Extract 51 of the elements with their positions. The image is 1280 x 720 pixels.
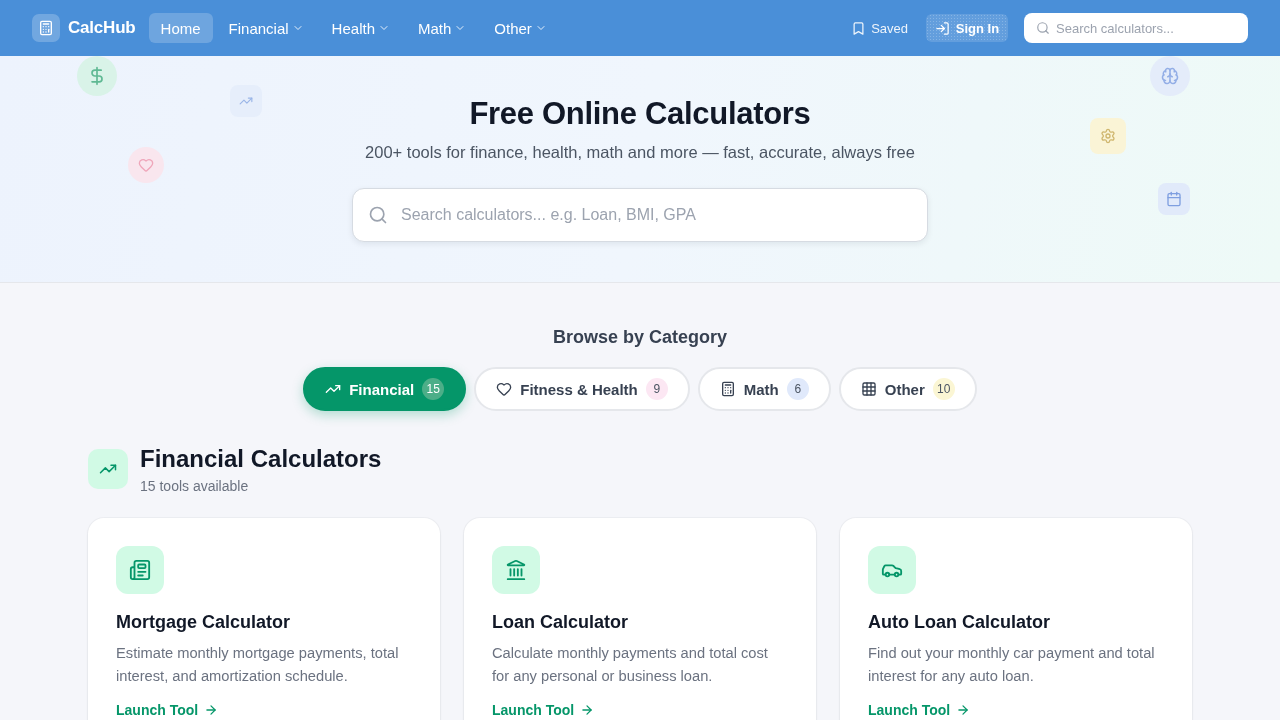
arrow-right-icon — [580, 703, 595, 717]
sign-in-button[interactable]: Sign In — [926, 14, 1008, 42]
saved-link[interactable]: Saved — [849, 20, 910, 36]
card-title: Mortgage Calculator — [116, 611, 291, 634]
launch-tool-link[interactable]: Launch Tool — [868, 701, 971, 719]
category-tab[interactable]: Other 10 — [838, 367, 977, 411]
card-description: Estimate monthly mortgage payments, total interest, and amortization schedule. — [116, 644, 400, 686]
card-description: Calculate monthly payments and total cost for any personal or business loan. — [492, 644, 769, 686]
arrow-right-icon — [204, 703, 219, 717]
hero-subtitle: 200+ tools for finance, health, math and more — fast, accurate, always free — [365, 142, 915, 163]
launch-tool-link[interactable]: Launch Tool — [116, 701, 219, 719]
hero-title: Free Online Calculators — [469, 96, 811, 132]
count-badge: 10 — [932, 378, 955, 400]
gear-icon — [1090, 118, 1126, 154]
section-title: Financial Calculators — [140, 445, 382, 473]
nav-item[interactable]: Home — [148, 13, 213, 43]
calculator-icon — [719, 381, 736, 397]
card-title: Auto Loan Calculator — [868, 611, 1050, 634]
sign-in-icon — [934, 20, 950, 36]
launch-tool-link[interactable]: Launch Tool — [492, 701, 595, 719]
count-badge: 6 — [786, 378, 809, 400]
category-tab[interactable]: Fitness & Health 9 — [474, 367, 690, 411]
search-icon — [1036, 21, 1050, 35]
calendar-icon — [1158, 183, 1190, 215]
trend-up-icon — [88, 449, 128, 489]
tool-count: 15 tools available — [140, 477, 249, 495]
bookmark-icon — [851, 20, 867, 36]
arrow-right-icon — [956, 703, 971, 717]
logo-text[interactable]: CalcHub — [68, 18, 136, 38]
count-badge: 15 — [422, 378, 445, 400]
section-heading: Browse by Category — [552, 326, 728, 349]
count-badge: 9 — [645, 378, 668, 400]
search-field[interactable]: Search calculators... e.g. Loan, BMI, GPA — [352, 188, 928, 242]
nav-item[interactable]: Health — [319, 13, 402, 43]
trend-up-icon — [230, 85, 262, 117]
nav-item[interactable]: Financial — [216, 13, 316, 43]
calculator-icon — [32, 14, 60, 42]
card-title: Loan Calculator — [492, 611, 629, 634]
card-description: Find out your monthly car payment and total interest for any auto loan. — [868, 644, 1156, 686]
nav-item[interactable]: Other — [482, 13, 559, 43]
category-tab[interactable]: Financial 15 — [303, 367, 467, 411]
grid-icon — [860, 381, 877, 397]
search-field[interactable]: Search calculators... — [1024, 13, 1248, 43]
search-icon — [368, 205, 388, 225]
car-icon — [868, 546, 916, 594]
category-tab[interactable]: Math 6 — [697, 367, 831, 411]
brain-icon — [1150, 56, 1190, 96]
newspaper-icon — [116, 546, 164, 594]
nav-item[interactable]: Math — [405, 13, 479, 43]
bank-icon — [492, 546, 540, 594]
heart-icon — [496, 381, 513, 397]
